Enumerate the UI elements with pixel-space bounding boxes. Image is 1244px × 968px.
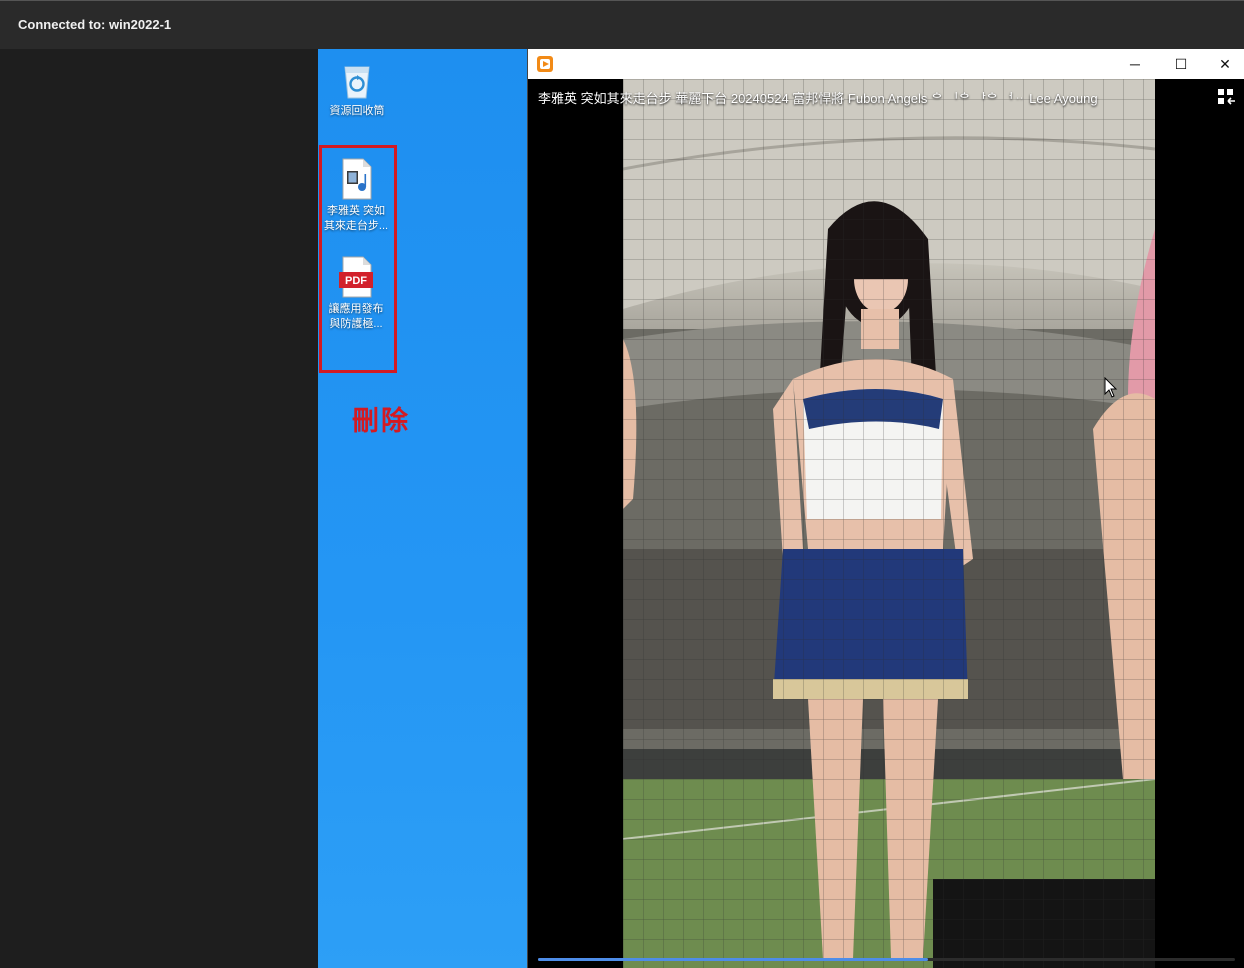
remote-session-bar: Connected to: win2022-1 <box>0 0 1244 49</box>
pdf-file-label-line2: 與防護極... <box>329 318 383 330</box>
minimize-button[interactable]: ─ <box>1112 49 1158 79</box>
video-scene-image <box>623 79 1155 968</box>
pdf-badge-text: PDF <box>345 275 367 287</box>
picture-in-picture-icon[interactable] <box>1218 89 1236 105</box>
recycle-bin-label: 資源回收筒 <box>329 105 385 117</box>
video-frame <box>623 79 1155 968</box>
windows-desktop[interactable]: 資源回收筒 李雅英 突如 其來走台步... PDF 讓應用發布 與防護極... … <box>318 49 528 968</box>
video-title: 李雅英 突如其來走台步 華麗下台 20240524 富邦悍將 Fubon Ang… <box>538 91 1098 106</box>
recycle-bin-icon <box>344 66 370 99</box>
player-titlebar[interactable]: ─ ☐ ✕ <box>528 49 1244 79</box>
close-button[interactable]: ✕ <box>1202 49 1244 79</box>
pdf-file-desktop-icon[interactable]: PDF 讓應用發布 與防護極... <box>318 255 394 332</box>
recycle-bin-desktop-icon[interactable]: 資源回收筒 <box>319 57 395 119</box>
pdf-file-icon: PDF <box>336 255 376 299</box>
playback-progress-bar[interactable] <box>538 958 1235 961</box>
player-app-icon <box>537 56 553 72</box>
video-file-desktop-icon[interactable]: 李雅英 突如 其來走台步... <box>318 157 394 234</box>
video-file-label-line1: 李雅英 突如 <box>326 205 386 217</box>
pdf-file-label-line1: 讓應用發布 <box>328 303 384 315</box>
delete-annotation: 刪除 <box>352 406 410 436</box>
video-file-label-line2: 其來走台步... <box>323 220 389 232</box>
connection-label: Connected to: win2022-1 <box>18 17 172 32</box>
playback-progress-fill <box>538 958 929 961</box>
maximize-button[interactable]: ☐ <box>1158 49 1204 79</box>
media-player-window[interactable]: ─ ☐ ✕ 李雅英 突如其來走台步 華麗下台 20240524 富邦悍將 Fub… <box>527 49 1244 968</box>
video-file-icon <box>342 158 372 200</box>
remote-empty-area <box>0 49 318 968</box>
mouse-cursor-icon <box>1104 377 1118 398</box>
video-area[interactable]: 李雅英 突如其來走台步 華麗下台 20240524 富邦悍將 Fubon Ang… <box>528 79 1244 968</box>
